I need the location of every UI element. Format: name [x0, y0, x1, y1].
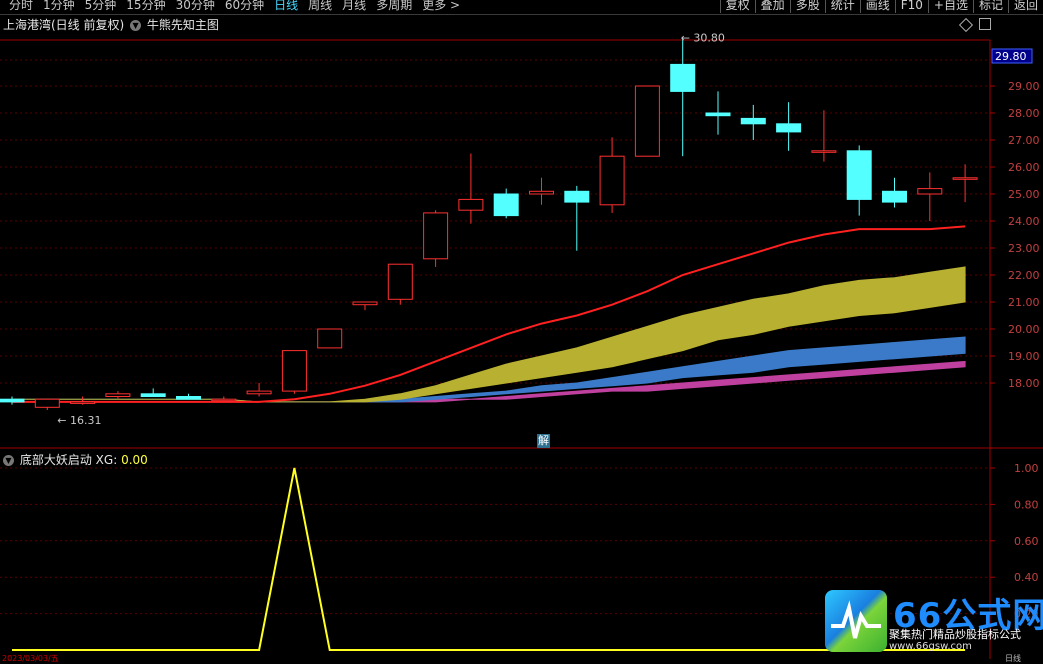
candle-body: [317, 328, 343, 349]
period-tab[interactable]: 60分钟: [220, 0, 269, 13]
period-tab[interactable]: 5分钟: [80, 0, 122, 13]
window-icon[interactable]: [979, 18, 991, 30]
price-badge-label: 29.80: [995, 50, 1027, 63]
toolbar-button[interactable]: 标记: [972, 0, 1008, 13]
y-tick-label: 29.00: [1008, 80, 1040, 93]
candle-body: [176, 396, 201, 400]
candle-body: [281, 350, 307, 392]
candle-body: [140, 393, 166, 397]
period-tab[interactable]: 更多 >: [417, 0, 465, 13]
y-tick-label: 27.00: [1008, 134, 1040, 147]
high-price-label: ← 30.80: [681, 31, 725, 44]
y-tick-label: 19.00: [1008, 350, 1040, 363]
candle-body: [493, 193, 519, 217]
candle-body: [387, 263, 413, 300]
toolbar-button[interactable]: 返回: [1007, 0, 1043, 13]
candle-body: [599, 155, 625, 206]
period-tab[interactable]: 周线: [303, 0, 337, 13]
candle-body: [458, 198, 484, 211]
period-tab[interactable]: 30分钟: [171, 0, 220, 13]
y-tick-label: 22.00: [1008, 269, 1040, 282]
candle-body: [564, 190, 590, 203]
period-tab[interactable]: 1分钟: [38, 0, 80, 13]
toolbar-button[interactable]: 画线: [859, 0, 895, 13]
y-tick-label: 0.40: [1014, 571, 1039, 584]
candle-body: [423, 212, 449, 260]
y-tick-label: 23.00: [1008, 242, 1040, 255]
candle-body: [705, 112, 731, 117]
toolbar-button[interactable]: +自选: [927, 0, 973, 13]
candle-body: [917, 188, 943, 195]
candle-body: [846, 150, 872, 200]
main-panel-header: 上海港湾(日线 前复权) ▼ 牛熊先知主图: [3, 16, 219, 33]
y-tick-label: 0.80: [1014, 498, 1039, 511]
candle-body: [740, 117, 766, 125]
candle-body: [70, 401, 96, 404]
chevron-down-icon[interactable]: ▼: [3, 455, 14, 466]
indicator-title[interactable]: 底部大妖启动: [20, 453, 92, 467]
candle-body: [882, 190, 907, 203]
toolbar-button[interactable]: 多股: [789, 0, 825, 13]
y-tick-label: 1.00: [1014, 462, 1039, 475]
watermark-url: www.66gsw.com: [889, 641, 972, 652]
watermark: 66公式网 聚集热门精品炒股指标公式 www.66gsw.com: [823, 586, 1043, 659]
candle-body: [352, 301, 378, 306]
candle-body: [952, 177, 978, 180]
toolbar-button[interactable]: 复权: [719, 0, 755, 13]
y-tick-label: 25.00: [1008, 188, 1040, 201]
indicator-panel-header: ▼ 底部大妖启动 XG: 0.00: [3, 451, 148, 468]
period-tabs: 分时 1分钟 5分钟 15分钟 30分钟 60分钟 日线 周线 月线 多周期 更多 >: [4, 0, 465, 13]
y-tick-label: 0.60: [1014, 535, 1039, 548]
candle-body: [670, 63, 696, 92]
toolbar-button[interactable]: F10: [894, 0, 928, 13]
period-tab[interactable]: 多周期: [371, 0, 417, 13]
band-yellow: [12, 266, 966, 403]
candle-body: [776, 123, 802, 133]
period-tab[interactable]: 分时: [4, 0, 38, 13]
chart-canvas[interactable]: 29.00 28.00 27.00 26.00 25.00 24.00 23.00 22.00…: [0, 0, 1043, 659]
period-tab[interactable]: 15分钟: [121, 0, 170, 13]
period-tab[interactable]: 日线: [269, 0, 303, 13]
jie-badge[interactable]: 解: [537, 434, 550, 448]
candle-body: [529, 190, 554, 195]
watermark-subtitle: 聚集热门精品炒股指标公式: [889, 628, 1021, 641]
candle-body: [34, 398, 60, 408]
period-tab[interactable]: 月线: [337, 0, 371, 13]
candle-body: [211, 398, 237, 402]
main-indicator-name[interactable]: 牛熊先知主图: [147, 18, 219, 32]
candle-body: [246, 390, 272, 395]
y-tick-label: 20.00: [1008, 323, 1040, 336]
toolbar-actions: 复权 叠加 多股 统计 画线 F10 +自选 标记 返回: [719, 0, 1043, 13]
candle-body: [634, 85, 660, 157]
candle-body: [105, 393, 131, 397]
y-tick-label: 26.00: [1008, 161, 1040, 174]
stock-title: 上海港湾(日线 前复权): [3, 18, 125, 32]
chevron-down-icon[interactable]: ▼: [130, 20, 142, 31]
low-price-label: ← 16.31: [57, 414, 101, 427]
candle-body: [811, 150, 837, 153]
xg-label: XG:: [95, 453, 118, 467]
toolbar: 分时 1分钟 5分钟 15分钟 30分钟 60分钟 日线 周线 月线 多周期 更多 > 复权 叠加 多股…: [0, 0, 1043, 15]
y-tick-label: 21.00: [1008, 296, 1040, 309]
y-tick-label: 18.00: [1008, 377, 1040, 390]
toolbar-button[interactable]: 统计: [824, 0, 860, 13]
y-tick-label: 28.00: [1008, 107, 1040, 120]
xg-value: 0.00: [121, 453, 148, 467]
logo-icon: [825, 590, 887, 652]
y-tick-label: 24.00: [1008, 215, 1040, 228]
toolbar-button[interactable]: 叠加: [754, 0, 790, 13]
candle-body: [0, 398, 25, 403]
